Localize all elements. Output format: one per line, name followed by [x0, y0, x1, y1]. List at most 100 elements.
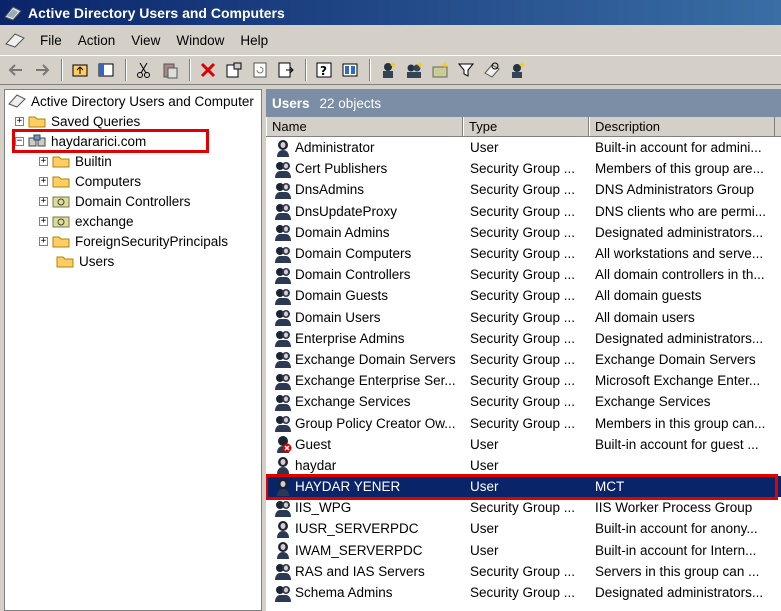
- expand-icon[interactable]: +: [39, 156, 48, 166]
- toolbar: ?: [0, 55, 781, 85]
- export-icon[interactable]: [274, 58, 298, 82]
- column-name[interactable]: Name: [266, 117, 463, 136]
- table-row[interactable]: Domain Computers Security Group ... All wo…: [266, 243, 781, 264]
- table-row[interactable]: Domain Controllers Security Group ... All …: [266, 264, 781, 285]
- tree-root[interactable]: Active Directory Users and Computer: [8, 91, 254, 111]
- up-folder-icon[interactable]: [68, 58, 92, 82]
- help-icon[interactable]: ?: [312, 58, 336, 82]
- cell-description: Members in this group can...: [595, 415, 766, 431]
- pane-title: Users: [272, 95, 310, 111]
- console-icon[interactable]: [338, 58, 362, 82]
- group-icon: [274, 223, 292, 242]
- cell-name: Exchange Enterprise Ser...: [266, 372, 465, 390]
- refresh-icon[interactable]: [248, 58, 272, 82]
- cell-type: Security Group ...: [470, 224, 576, 240]
- tree-item-domain-controllers[interactable]: + Domain Controllers: [39, 191, 191, 211]
- menu-window[interactable]: Window: [168, 31, 232, 50]
- cell-name: Domain Guests: [266, 287, 465, 305]
- back-icon[interactable]: [4, 58, 28, 82]
- cell-name: Enterprise Admins: [266, 329, 465, 348]
- tree-item-saved-queries[interactable]: + Saved Queries: [15, 111, 140, 131]
- cell-description: Servers in this group can ...: [595, 563, 760, 579]
- table-row[interactable]: IUSR_SERVERPDC User Built-in account for a…: [266, 518, 781, 539]
- group-icon: [274, 181, 292, 199]
- tree-item-users[interactable]: Users: [56, 251, 114, 271]
- table-row[interactable]: Cert Publishers Security Group ... Members…: [266, 158, 781, 179]
- table-row[interactable]: Exchange Enterprise Ser... Security Group…: [266, 370, 781, 391]
- cell-name: Cert Publishers: [266, 160, 465, 178]
- table-row[interactable]: IWAM_SERVERPDC User Built-in account for I…: [266, 540, 781, 561]
- folder-icon: [52, 156, 70, 168]
- folder-icon: [52, 236, 70, 248]
- cell-type: Security Group ...: [470, 585, 576, 601]
- table-row[interactable]: Domain Users Security Group ... All domain…: [266, 307, 781, 328]
- column-type[interactable]: Type: [463, 117, 589, 136]
- group-icon: [274, 287, 292, 305]
- table-row[interactable]: RAS and IAS Servers Security Group ... Ser…: [266, 561, 781, 582]
- toolbar-separator: [189, 59, 191, 81]
- expand-icon[interactable]: +: [39, 236, 48, 246]
- cell-description: IIS Worker Process Group: [595, 500, 753, 516]
- properties-icon[interactable]: [222, 58, 246, 82]
- find-icon[interactable]: [480, 58, 504, 82]
- tree-item-label: ForeignSecurityPrincipals: [75, 233, 229, 249]
- menu-file[interactable]: File: [32, 31, 70, 50]
- cell-type: Security Group ...: [470, 373, 576, 389]
- cell-description: Designated administrators...: [595, 585, 764, 601]
- tree-item-computers[interactable]: + Computers: [39, 171, 141, 191]
- cell-description: All domain users: [595, 309, 695, 325]
- column-description[interactable]: Description: [589, 117, 775, 136]
- expand-icon[interactable]: +: [39, 176, 48, 186]
- cell-description: All workstations and serve...: [595, 246, 764, 262]
- group-icon: [274, 160, 292, 178]
- object-name: haydar: [295, 457, 337, 473]
- object-name: IUSR_SERVERPDC: [295, 521, 419, 537]
- table-row[interactable]: DnsUpdateProxy Security Group ... DNS clie…: [266, 201, 781, 222]
- add-to-group-icon[interactable]: [506, 58, 530, 82]
- delete-icon[interactable]: [196, 58, 220, 82]
- expand-icon[interactable]: +: [39, 216, 48, 226]
- object-name: Exchange Services: [295, 394, 411, 410]
- tree-item-builtin[interactable]: + Builtin: [39, 151, 112, 171]
- table-row[interactable]: Guest User Built-in account for guest ...: [266, 434, 781, 455]
- group-icon: [274, 202, 292, 221]
- toolbar-separator: [125, 59, 127, 81]
- object-name: IIS_WPG: [295, 500, 352, 516]
- expand-icon[interactable]: +: [39, 196, 48, 206]
- paste-icon[interactable]: [158, 58, 182, 82]
- cut-icon[interactable]: [132, 58, 156, 82]
- group-icon: [274, 266, 292, 284]
- forward-icon[interactable]: [30, 58, 54, 82]
- table-row[interactable]: Exchange Domain Servers Security Group ..…: [266, 349, 781, 370]
- expand-icon[interactable]: +: [15, 116, 24, 126]
- table-row[interactable]: DnsAdmins Security Group ... DNS Administr…: [266, 179, 781, 200]
- details-pane: Users 22 objects Name Type Description A…: [266, 89, 781, 611]
- object-name: DnsUpdateProxy: [295, 203, 398, 219]
- console-menu-icon[interactable]: [4, 31, 26, 49]
- group-icon: [274, 372, 292, 390]
- object-name: Exchange Domain Servers: [295, 351, 456, 367]
- tree-item-exchange[interactable]: + exchange: [39, 211, 134, 231]
- new-ou-icon[interactable]: [428, 58, 452, 82]
- new-group-icon[interactable]: [402, 58, 426, 82]
- tree-item-foreign-security-principals[interactable]: + ForeignSecurityPrincipals: [39, 231, 228, 251]
- menu-action[interactable]: Action: [70, 31, 124, 50]
- table-row[interactable]: Group Policy Creator Ow... Security Group…: [266, 412, 781, 433]
- menu-view[interactable]: View: [123, 31, 168, 50]
- table-row[interactable]: Schema Admins Security Group ... Designate…: [266, 582, 781, 603]
- object-count: 22 objects: [319, 95, 382, 111]
- filter-icon[interactable]: [454, 58, 478, 82]
- show-tree-icon[interactable]: [94, 58, 118, 82]
- table-row[interactable]: Domain Guests Security Group ... All domai…: [266, 285, 781, 306]
- table-row[interactable]: Domain Admins Security Group ... Designate…: [266, 222, 781, 243]
- cell-description: Built-in account for anony...: [595, 521, 758, 537]
- table-row[interactable]: haydar User: [266, 455, 781, 476]
- new-user-icon[interactable]: [376, 58, 400, 82]
- menu-help[interactable]: Help: [232, 31, 276, 50]
- table-row[interactable]: Enterprise Admins Security Group ... Desig…: [266, 328, 781, 349]
- table-row[interactable]: Exchange Services Security Group ... Excha…: [266, 391, 781, 412]
- cell-type: Security Group ...: [470, 330, 576, 346]
- table-row[interactable]: IIS_WPG Security Group ... IIS Worker Proc…: [266, 497, 781, 518]
- tree-item-label: Users: [79, 253, 115, 269]
- table-row[interactable]: Administrator User Built-in account for ad…: [266, 137, 781, 158]
